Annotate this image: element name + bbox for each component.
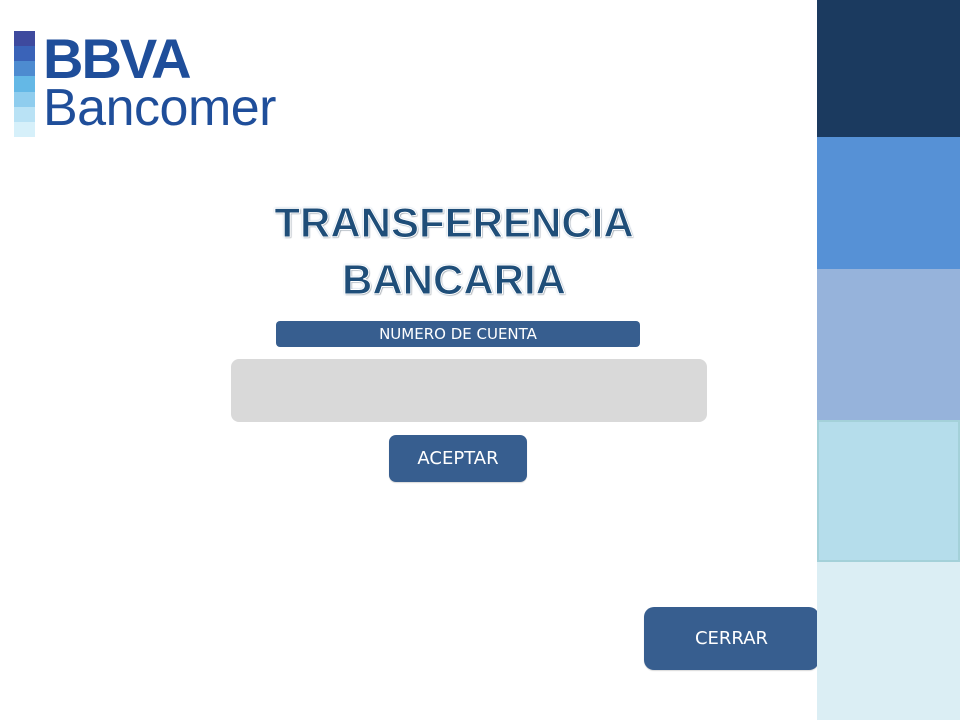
account-number-input[interactable] bbox=[231, 359, 707, 422]
decorative-side-panel bbox=[817, 0, 960, 720]
side-block-3 bbox=[817, 269, 960, 420]
bbva-bancomer-logo: BBVA Bancomer bbox=[14, 31, 334, 141]
page-title-line-1: TRANSFERENCIA bbox=[274, 199, 634, 246]
close-button[interactable]: CERRAR bbox=[644, 607, 819, 670]
logo-mark-icon bbox=[14, 31, 35, 137]
accept-button[interactable]: ACEPTAR bbox=[389, 435, 527, 482]
logo-text-bancomer: Bancomer bbox=[43, 79, 277, 137]
account-number-label: NUMERO DE CUENTA bbox=[276, 321, 640, 347]
side-block-1 bbox=[817, 0, 960, 137]
side-block-5 bbox=[817, 562, 960, 720]
side-block-4 bbox=[817, 420, 960, 562]
page-title-line-2: BANCARIA bbox=[342, 256, 567, 303]
side-block-2 bbox=[817, 137, 960, 269]
